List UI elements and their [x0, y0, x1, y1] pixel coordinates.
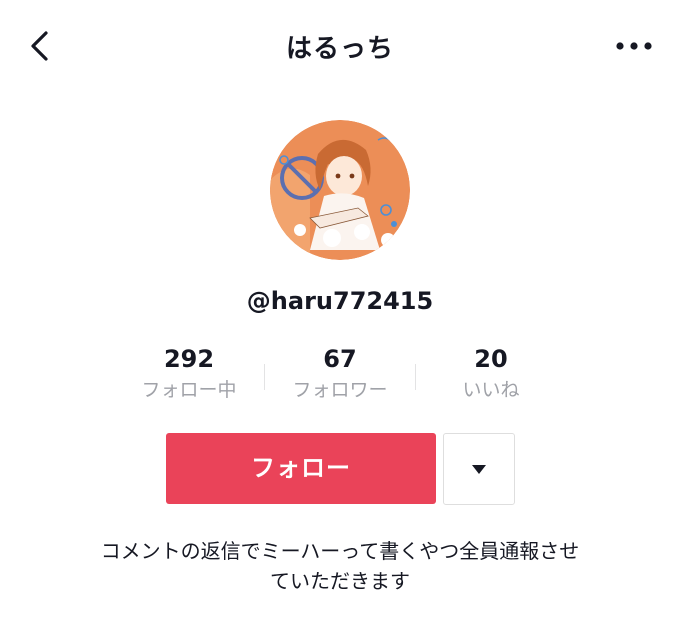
follow-button[interactable]: フォロー — [166, 433, 436, 504]
username: @haru772415 — [246, 287, 434, 315]
stat-following-count: 292 — [163, 345, 215, 373]
top-bar: はるっち — [0, 0, 680, 92]
stat-following-label: フォロー中 — [141, 379, 237, 401]
stats-row: 292 フォロー中 67 フォロワー 20 いいね — [114, 342, 566, 412]
stat-following[interactable]: 292 フォロー中 — [114, 342, 264, 404]
stat-likes-label: いいね — [462, 379, 520, 401]
suggested-accounts-dropdown-button[interactable] — [443, 433, 515, 505]
avatar-illustration-icon — [270, 120, 410, 260]
stat-followers-label: フォロワー — [292, 379, 388, 401]
stat-followers-count: 67 — [323, 345, 357, 373]
stat-likes-count: 20 — [474, 345, 508, 373]
caret-down-icon — [472, 465, 486, 474]
avatar[interactable] — [270, 120, 410, 260]
profile-bio: コメントの返信でミーハーって書くやつ全員通報させ ていただきます — [40, 536, 640, 596]
stat-followers[interactable]: 67 フォロワー — [265, 342, 415, 404]
more-options-icon[interactable] — [614, 34, 654, 58]
bio-line: コメントの返信でミーハーって書くやつ全員通報させ — [100, 539, 580, 563]
bio-line: ていただきます — [270, 569, 410, 593]
stat-likes[interactable]: 20 いいね — [416, 342, 566, 404]
page-title: はるっち — [285, 34, 394, 64]
